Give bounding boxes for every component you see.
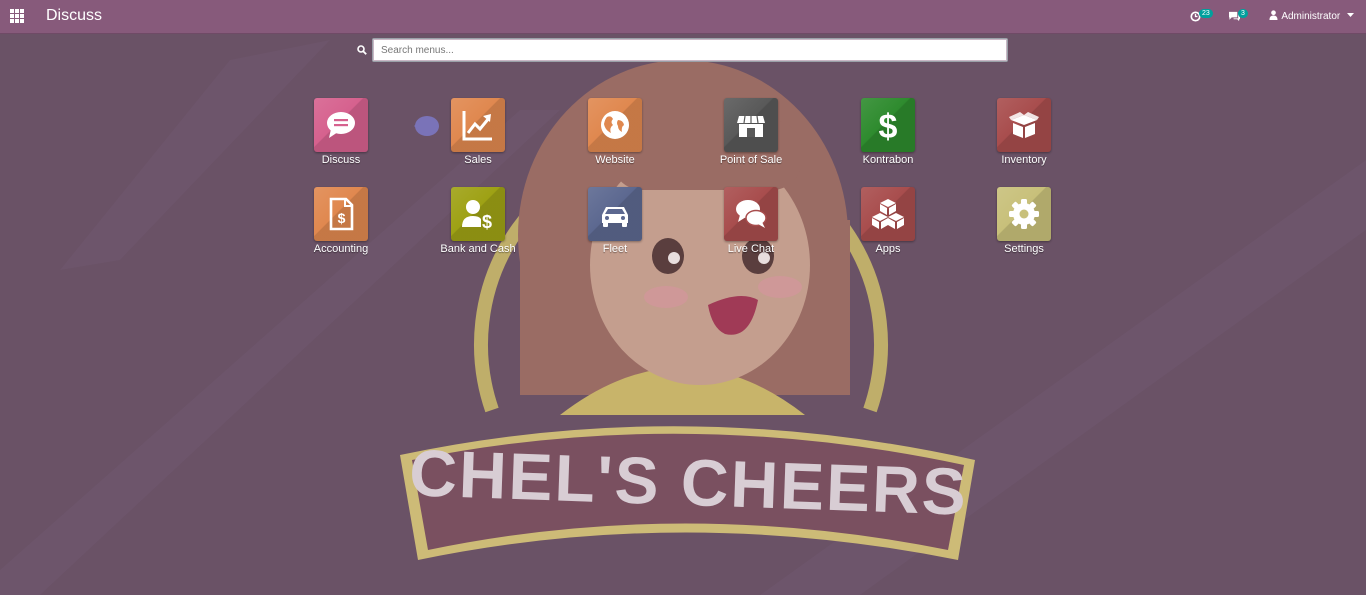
app-menu-grid-icon[interactable]	[10, 9, 24, 23]
app-title: Discuss	[46, 7, 103, 24]
app-label: Live Chat	[727, 243, 775, 255]
svg-text:$: $	[879, 108, 898, 142]
invoice-icon: $	[329, 197, 354, 231]
app-fleet[interactable]: Fleet	[560, 187, 670, 256]
user-name: Administrator	[1281, 11, 1341, 22]
app-sales[interactable]: Sales	[423, 98, 533, 167]
store-icon	[737, 115, 765, 137]
app-label: Discuss	[321, 154, 361, 166]
gear-icon	[1009, 199, 1039, 229]
app-label: Point of Sale	[719, 154, 783, 166]
top-navbar: Discuss 23 3 Administrator	[0, 0, 1366, 34]
app-website[interactable]: Website	[560, 98, 670, 167]
app-apps[interactable]: Apps	[833, 187, 943, 256]
svg-text:$: $	[338, 210, 346, 226]
app-label: Fleet	[602, 243, 628, 255]
app-point-of-sale[interactable]: Point of Sale	[696, 98, 806, 167]
app-bank-and-cash[interactable]: $ Bank and Cash	[423, 187, 533, 256]
app-accounting[interactable]: $ Accounting	[286, 187, 396, 256]
open-box-icon	[1009, 112, 1039, 138]
app-kontrabon[interactable]: $ Kontrabon	[833, 98, 943, 167]
app-label: Inventory	[1001, 154, 1047, 166]
cubes-icon	[872, 199, 904, 229]
user-icon	[1269, 10, 1278, 20]
dollar-icon: $	[879, 108, 898, 142]
speech-bubble-icon	[327, 112, 355, 138]
app-label: Kontrabon	[862, 154, 914, 166]
caret-down-icon	[1347, 13, 1354, 17]
line-chart-icon	[462, 111, 492, 141]
message-count-badge: 3	[1238, 9, 1248, 18]
globe-icon	[601, 111, 629, 139]
messaging-menu[interactable]: 3	[1228, 0, 1252, 34]
app-label: Sales	[464, 154, 492, 166]
app-live-chat[interactable]: Live Chat	[696, 187, 806, 256]
svg-text:$: $	[482, 212, 492, 231]
user-menu-dropdown[interactable]: Administrator	[1269, 10, 1354, 24]
chat-bubbles-icon	[736, 200, 767, 228]
app-settings[interactable]: Settings	[969, 187, 1079, 256]
search-menus-input[interactable]	[372, 38, 1008, 62]
app-inventory[interactable]: Inventory	[969, 98, 1079, 167]
search-icon	[357, 45, 367, 55]
user-money-icon: $	[462, 200, 492, 231]
app-discuss[interactable]: Discuss	[286, 98, 396, 167]
activity-menu[interactable]: 23	[1190, 0, 1214, 34]
app-label: Accounting	[313, 243, 369, 255]
app-label: Settings	[1004, 243, 1044, 255]
app-label: Apps	[875, 243, 901, 255]
app-label: Website	[595, 154, 635, 166]
background-logo-artwork: CHEL'S CHEERS	[0, 40, 1366, 595]
app-label: Bank and Cash	[440, 243, 516, 255]
activity-count-badge: 23	[1199, 9, 1213, 18]
car-icon	[602, 207, 628, 227]
